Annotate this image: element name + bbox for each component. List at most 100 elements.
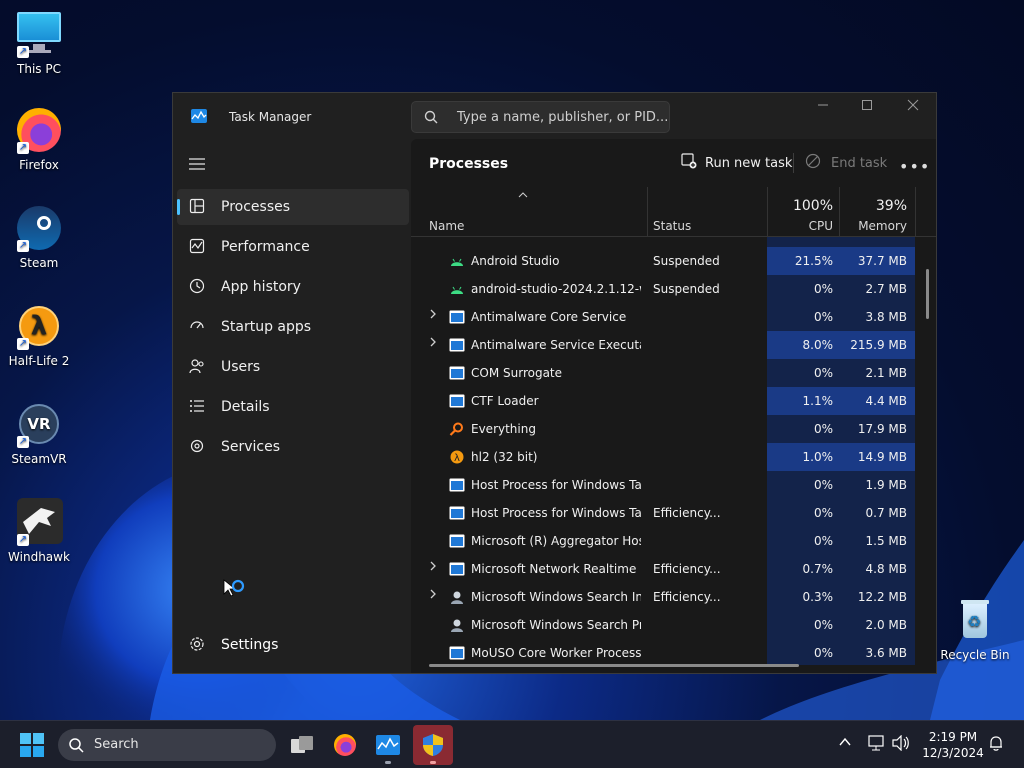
table-row[interactable]: Microsoft Network Realtime I... Efficienc… <box>411 555 915 583</box>
desktop-icon-steam[interactable]: ↗ Steam <box>0 204 78 270</box>
sidebar-item-performance[interactable]: Performance <box>177 229 409 265</box>
clock-date: 12/3/2024 <box>922 746 984 760</box>
desktop-icon-firefox[interactable]: ↗ Firefox <box>0 106 78 172</box>
table-row[interactable]: λ hl2 (32 bit) 1.0% 14.9 MB <box>411 443 915 471</box>
desktop-icon-recycle-bin[interactable]: ♻ Recycle Bin <box>936 596 1014 662</box>
vertical-scrollbar[interactable] <box>926 269 929 319</box>
horizontal-scrollbar[interactable] <box>429 664 799 667</box>
table-row[interactable]: CTF Loader 1.1% 4.4 MB <box>411 387 915 415</box>
column-divider <box>915 187 916 237</box>
sidebar-item-details[interactable]: Details <box>177 389 409 425</box>
process-memory: 4.8 MB <box>865 562 907 576</box>
process-memory: 2.0 MB <box>865 618 907 632</box>
process-name: Microsoft Network Realtime I... <box>471 562 641 576</box>
chevron-right-icon[interactable] <box>429 589 437 602</box>
chevron-right-icon[interactable] <box>429 337 437 350</box>
process-cpu: 0% <box>813 646 833 660</box>
desktop-icon-this-pc[interactable]: ↗ This PC <box>0 10 78 76</box>
table-row[interactable]: android-studio-2024.2.1.12-wi... Suspende… <box>411 275 915 303</box>
title-bar[interactable]: Task Manager Type a name, publisher, or … <box>173 93 936 139</box>
taskbar-search[interactable]: Search <box>58 729 276 761</box>
process-memory: 1.5 MB <box>865 534 907 548</box>
minimize-icon <box>818 104 828 106</box>
process-status: Efficiency... <box>653 562 721 576</box>
process-name: Microsoft Windows Search Pr... <box>471 618 641 632</box>
sidebar-item-services[interactable]: Services <box>177 429 409 465</box>
more-options-button[interactable]: ••• <box>899 157 930 176</box>
table-row[interactable]: Android Studio Suspended 21.5% 37.7 MB <box>411 247 915 275</box>
process-name: Everything <box>471 422 536 436</box>
notification-bell-icon[interactable] <box>988 735 1004 751</box>
processes-panel: Processes Run new task End task ••• Name… <box>411 139 936 673</box>
minimize-button[interactable] <box>801 99 845 119</box>
table-row[interactable]: MoUSO Core Worker Process 0% 3.6 MB <box>411 639 915 667</box>
table-row[interactable]: Host Process for Windows Tasks 0% 1.9 MB <box>411 471 915 499</box>
desktop-icon-label: Half-Life 2 <box>8 354 70 368</box>
network-icon[interactable] <box>868 735 886 751</box>
table-row[interactable]: Everything 0% 17.9 MB <box>411 415 915 443</box>
sidebar-item-label: Details <box>221 399 270 415</box>
taskbar-search-label: Search <box>94 737 139 752</box>
close-button[interactable] <box>891 99 935 119</box>
table-row[interactable]: COM Surrogate 0% 2.1 MB <box>411 359 915 387</box>
table-row[interactable]: Antimalware Service Executable 8.0%215.9 … <box>411 331 915 359</box>
process-memory: 17.9 MB <box>857 422 907 436</box>
desktop-icon-label: Firefox <box>19 158 59 172</box>
process-cpu: 0% <box>813 422 833 436</box>
desktop-icon-label: Recycle Bin <box>940 648 1010 662</box>
sidebar-item-users[interactable]: Users <box>177 349 409 385</box>
hamburger-menu-icon[interactable] <box>189 157 205 171</box>
process-name: CTF Loader <box>471 394 539 408</box>
taskbar-app-uac[interactable] <box>413 725 453 765</box>
desktop-icon-half-life-2[interactable]: λ ↗ Half-Life 2 <box>0 302 78 368</box>
magnifier-icon <box>449 422 465 436</box>
chevron-right-icon[interactable] <box>429 309 437 322</box>
desktop-icon-label: SteamVR <box>11 452 67 466</box>
chevron-right-icon[interactable] <box>429 561 437 574</box>
chevron-up-icon[interactable] <box>838 735 852 749</box>
desktop-icon-windhawk[interactable]: ↗ Windhawk <box>0 498 78 564</box>
taskbar-app-firefox[interactable] <box>325 725 365 765</box>
process-cpu: 0% <box>813 366 833 380</box>
table-row[interactable]: Antimalware Core Service 0% 3.8 MB <box>411 303 915 331</box>
process-status: Efficiency... <box>653 506 721 520</box>
task-view-icon <box>291 736 313 753</box>
window-app-icon <box>449 506 465 520</box>
process-memory: 2.1 MB <box>865 366 907 380</box>
search-input[interactable]: Type a name, publisher, or PID... <box>411 101 670 133</box>
monitor-icon: ↗ <box>15 10 63 58</box>
process-cpu: 0.3% <box>802 590 834 604</box>
sidebar-item-label: Services <box>221 439 281 455</box>
start-button[interactable] <box>20 733 44 757</box>
process-cpu: 21.5% <box>767 247 839 275</box>
end-task-icon <box>805 153 821 169</box>
table-row[interactable]: Host Process for Windows Tasks Efficiency… <box>411 499 915 527</box>
process-memory: 0.7 MB <box>865 506 907 520</box>
desktop-icon-steamvr[interactable]: VR ↗ SteamVR <box>0 400 78 466</box>
table-row[interactable]: Microsoft Windows Search In... Efficiency… <box>411 583 915 611</box>
column-header-name[interactable]: Name <box>429 219 464 233</box>
column-header-cpu[interactable]: CPU <box>767 219 833 233</box>
column-header-memory[interactable]: Memory <box>839 219 907 233</box>
desktop-icon-label: This PC <box>17 62 61 76</box>
table-row[interactable]: Microsoft (R) Aggregator Host 0% 1.5 MB <box>411 527 915 555</box>
process-name: Microsoft (R) Aggregator Host <box>471 534 641 548</box>
sidebar-item-processes[interactable]: Processes <box>177 189 409 225</box>
process-name: Antimalware Service Executable <box>471 338 641 352</box>
search-person-icon <box>449 618 465 632</box>
sidebar-item-app-history[interactable]: App history <box>177 269 409 305</box>
window-app-icon <box>449 478 465 492</box>
settings-button[interactable]: Settings <box>177 627 409 663</box>
column-header-status[interactable]: Status <box>653 219 691 233</box>
settings-label: Settings <box>221 637 279 653</box>
system-clock[interactable]: 2:19 PM 12/3/2024 <box>918 729 988 761</box>
task-view-button[interactable] <box>282 725 322 765</box>
desktop-icon-label: Steam <box>19 256 59 270</box>
sidebar-item-startup-apps[interactable]: Startup apps <box>177 309 409 345</box>
taskbar-app-task-manager[interactable] <box>368 725 408 765</box>
volume-icon[interactable] <box>892 735 910 751</box>
task-manager-window: Task Manager Type a name, publisher, or … <box>172 92 937 674</box>
maximize-button[interactable] <box>845 99 889 119</box>
table-row[interactable]: Microsoft Windows Search Pr... 0% 2.0 MB <box>411 611 915 639</box>
sort-ascending-icon[interactable] <box>518 192 528 198</box>
